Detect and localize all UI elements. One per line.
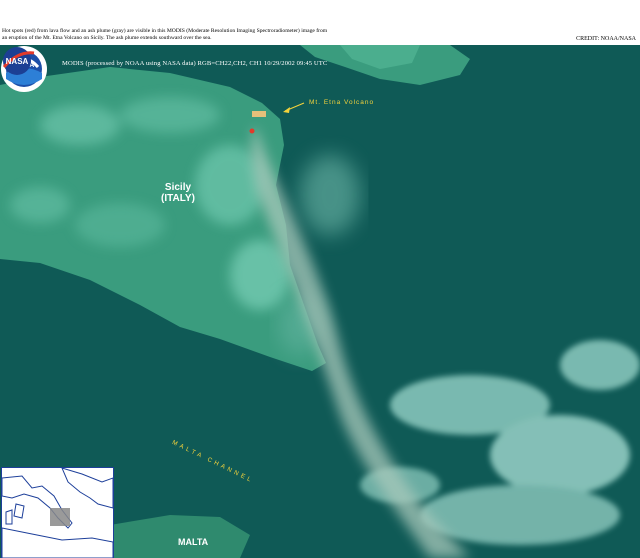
caption-line-2: an eruption of the Mt. Etna Volcano on S… xyxy=(2,35,212,41)
image-caption: Hot spots (red) from lava flow and an as… xyxy=(2,28,402,42)
etna-label: Mt. Etna Volcano xyxy=(309,99,375,106)
satellite-image: MODIS (processed by NOAA using NASA data… xyxy=(0,45,640,558)
etna-summit xyxy=(252,111,266,117)
sicily-label-line-2: (ITALY) xyxy=(161,193,195,204)
credit-text: CREDIT: NOAA/NASA xyxy=(576,36,636,42)
caption-line-1: Hot spots (red) from lava flow and an as… xyxy=(2,28,328,34)
lava-hotspot xyxy=(249,128,255,134)
nasa-logo-text: NASA xyxy=(6,57,29,66)
inset-map-graphic xyxy=(2,468,113,558)
sicily-label-line-1: Sicily xyxy=(164,182,192,193)
image-header: MODIS (processed by NOAA using NASA data… xyxy=(62,60,328,67)
locator-inset-map xyxy=(1,467,114,558)
inset-region-box xyxy=(50,508,70,526)
malta-label: MALTA xyxy=(178,537,209,547)
sicily-label: Sicily (ITALY) xyxy=(152,182,204,204)
nasa-logo: NASA xyxy=(2,47,35,75)
